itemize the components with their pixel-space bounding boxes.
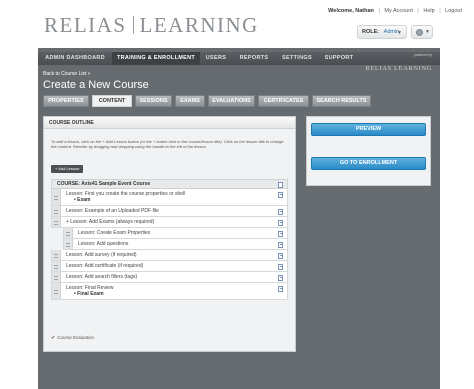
help-link[interactable]: Help — [423, 8, 434, 14]
main-content: ADMIN DASHBOARD TRAINING & ENROLLMENT US… — [38, 48, 440, 389]
user-links: Welcome, Nathan | My Account | Help | Lo… — [328, 8, 462, 14]
tab-content[interactable]: CONTENT — [92, 95, 132, 107]
lesson-row[interactable]: Lesson: Add certificate (if required) — [51, 261, 288, 272]
header: RELIAS LEARNING Welcome, Nathan | My Acco… — [0, 0, 474, 48]
nav-users[interactable]: USERS — [200, 52, 232, 65]
course-outline-panel: COURSE OUTLINE To add a lesson, click on… — [43, 116, 296, 352]
relias-logo[interactable]: RELIAS LEARNING — [44, 13, 259, 38]
welcome-text: Welcome, Nathan — [328, 8, 374, 14]
tab-certificates[interactable]: CERTIFICATES — [258, 95, 309, 107]
lesson-sub-item: • Exam — [74, 197, 91, 203]
lesson-title: Lesson: Add survey (if required) — [66, 252, 137, 258]
lesson-row[interactable]: Lesson: Create Exam Properties — [63, 228, 288, 239]
language-selector[interactable]: ▼ — [411, 25, 433, 39]
lesson-row[interactable]: Lesson: Example of an Uploaded PDF file — [51, 206, 288, 217]
document-icon[interactable] — [278, 253, 283, 259]
role-selector[interactable]: ROLE: Admin ▼ — [357, 25, 407, 39]
lesson-row[interactable]: Lesson: Add survey (if required) — [51, 250, 288, 261]
drag-handle-icon[interactable] — [52, 283, 61, 299]
drag-handle-icon[interactable] — [52, 250, 61, 260]
lesson-title: Lesson: Add certificate (if required) — [66, 263, 144, 269]
logout-link[interactable]: Logout — [445, 8, 462, 14]
page-title: Create a New Course — [43, 79, 149, 91]
tab-exams[interactable]: EXAMS — [175, 95, 205, 107]
lesson-title: Lesson: Example of an Uploaded PDF file — [66, 208, 159, 214]
nav-training-enrollment[interactable]: TRAINING & ENROLLMENT — [112, 52, 200, 65]
nav-support[interactable]: SUPPORT — [318, 52, 360, 65]
main-nav: ADMIN DASHBOARD TRAINING & ENROLLMENT US… — [38, 52, 440, 72]
actions-panel: PREVIEW GO TO ENROLLMENT — [306, 116, 431, 186]
document-icon[interactable] — [278, 286, 283, 292]
document-icon[interactable] — [278, 182, 283, 188]
drag-handle-icon[interactable] — [64, 239, 73, 249]
lesson-title: Lesson: Add questions — [78, 241, 129, 247]
nav-admin-dashboard[interactable]: ADMIN DASHBOARD — [38, 52, 112, 65]
lesson-row[interactable]: Lesson: Add search fillers (tags) — [51, 272, 288, 283]
logo-right: LEARNING — [139, 13, 259, 37]
tab-evaluations[interactable]: EVALUATIONS — [208, 95, 255, 107]
preview-button[interactable]: PREVIEW — [311, 123, 426, 136]
drag-handle-icon[interactable] — [52, 189, 61, 205]
powered-by-text: powered by — [413, 53, 432, 57]
lesson-row[interactable]: + Lesson: Add Exams (always required) — [51, 217, 288, 228]
nav-reports[interactable]: REPORTS — [232, 52, 276, 65]
back-to-course-list-link[interactable]: Back to Course List » — [43, 71, 91, 77]
document-icon[interactable] — [278, 242, 283, 248]
checkmark-icon: ✔ — [51, 335, 56, 341]
document-icon[interactable] — [278, 264, 283, 270]
powered-by: powered by RELIAS LEARNING — [365, 53, 432, 75]
go-to-enrollment-button[interactable]: GO TO ENROLLMENT — [311, 157, 426, 170]
drag-handle-icon[interactable] — [52, 272, 61, 282]
drag-handle-icon[interactable] — [64, 228, 73, 238]
document-icon[interactable] — [278, 275, 283, 281]
document-icon[interactable] — [278, 192, 283, 198]
tab-properties[interactable]: PROPERTIES — [43, 95, 89, 107]
lesson-title: Lesson: Create Exam Properties — [78, 230, 151, 236]
drag-handle-icon[interactable] — [52, 261, 61, 271]
logo-left: RELIAS — [44, 13, 127, 37]
lesson-title: Lesson: Add search fillers (tags) — [66, 274, 138, 280]
document-icon[interactable] — [278, 209, 283, 215]
outline-instructions: To add a lesson, click on the + Add Less… — [51, 139, 284, 149]
my-account-link[interactable]: My Account — [384, 8, 412, 14]
drag-handle-icon[interactable] — [52, 217, 61, 227]
lesson-row[interactable]: Lesson: First you create the course prop… — [51, 189, 288, 206]
lesson-title: + Lesson: Add Exams (always required) — [66, 219, 155, 225]
lesson-row[interactable]: Lesson: Final Review • Final Exam — [51, 283, 288, 300]
lesson-row[interactable]: Lesson: Add questions — [63, 239, 288, 250]
role-label: ROLE: — [362, 29, 380, 35]
course-outline-header: COURSE OUTLINE — [44, 117, 295, 129]
nav-settings[interactable]: SETTINGS — [276, 52, 318, 65]
course-title[interactable]: COURSE: Axis41 Sample Event Course — [51, 179, 288, 189]
drag-handle-icon[interactable] — [52, 206, 61, 216]
lesson-sub-item: • Final Exam — [74, 291, 104, 297]
document-icon[interactable] — [278, 220, 283, 226]
course-title-text: COURSE: Axis41 Sample Event Course — [57, 181, 151, 187]
document-icon[interactable] — [278, 231, 283, 237]
globe-icon — [416, 29, 423, 36]
powered-logo: RELIAS LEARNING — [365, 65, 432, 72]
course-evaluation-label: Course Evaluation — [57, 335, 94, 340]
add-lesson-button[interactable]: + Add Lesson — [51, 165, 84, 173]
tab-search-results[interactable]: SEARCH RESULTS — [312, 95, 371, 107]
chevron-down-icon: ▼ — [425, 29, 430, 35]
course-evaluation[interactable]: ✔ Course Evaluation — [51, 335, 94, 341]
logo-divider — [132, 16, 134, 34]
chevron-down-icon: ▼ — [397, 30, 402, 36]
tab-sessions[interactable]: SESSIONS — [135, 95, 172, 107]
course-lesson-list: COURSE: Axis41 Sample Event Course Lesso… — [51, 179, 288, 300]
